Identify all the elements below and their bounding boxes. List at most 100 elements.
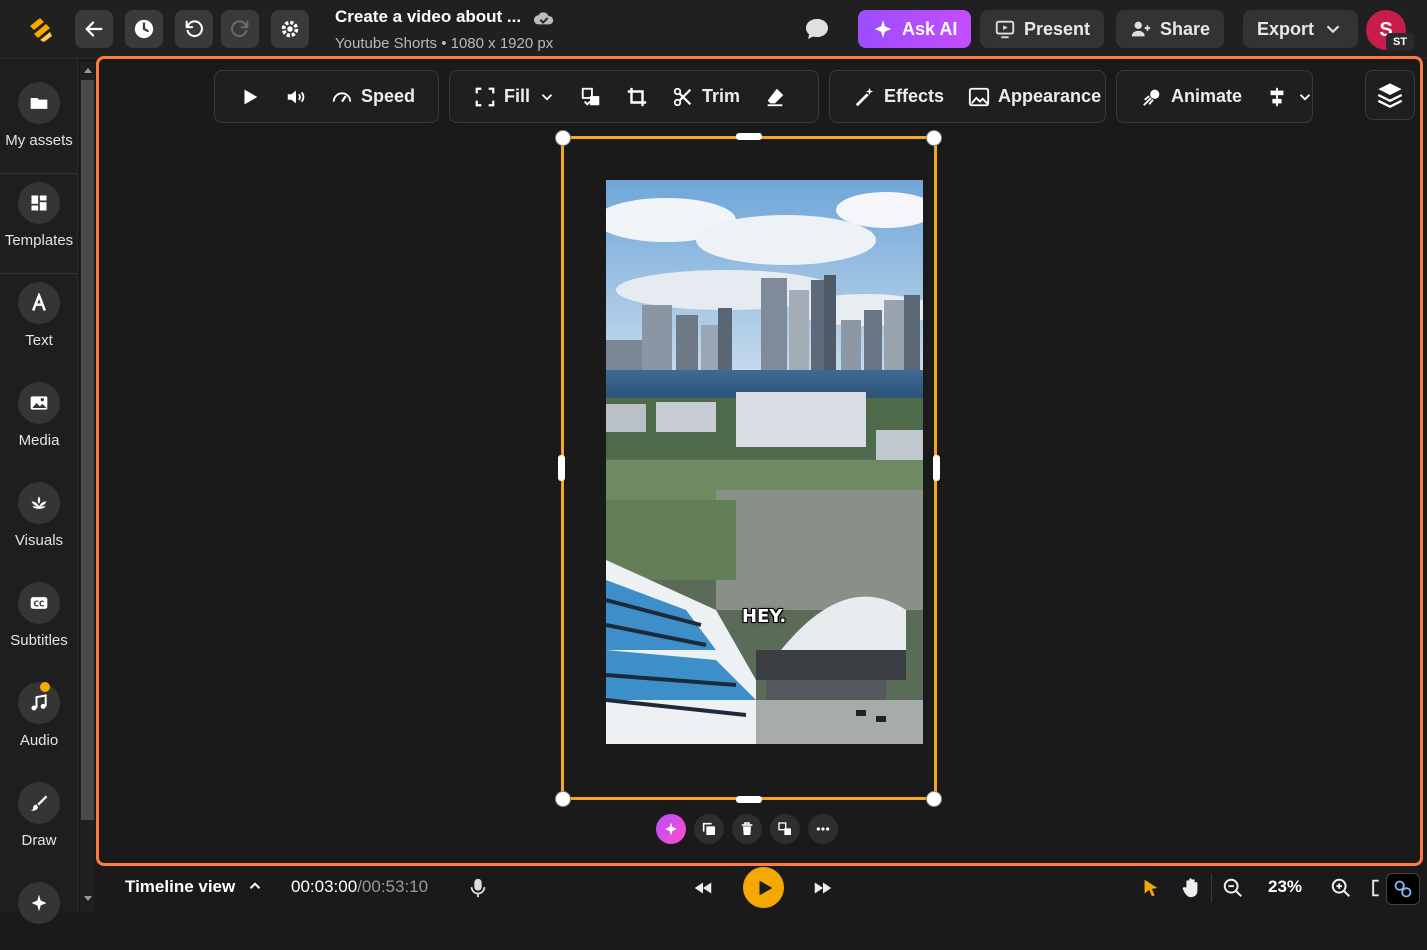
arrow-left-icon xyxy=(85,21,103,37)
ask-ai-button[interactable]: Ask AI xyxy=(858,10,972,48)
duplicate-button[interactable] xyxy=(694,814,724,844)
undo-icon xyxy=(185,20,203,38)
resize-handle-bottom[interactable] xyxy=(736,796,762,803)
selection-box[interactable] xyxy=(561,136,937,800)
ellipsis-icon xyxy=(816,827,830,831)
microphone-icon[interactable] xyxy=(467,877,489,899)
export-label: Export xyxy=(1257,18,1315,39)
trash-icon xyxy=(741,822,753,835)
layers-button[interactable] xyxy=(1365,70,1415,120)
hand-icon[interactable] xyxy=(1180,877,1202,899)
visuals-icon xyxy=(31,496,47,509)
help-button[interactable] xyxy=(1386,873,1420,905)
sidebar-label: Media xyxy=(18,432,60,449)
redo-button[interactable] xyxy=(221,10,259,48)
fit-screen-icon[interactable] xyxy=(1370,877,1380,899)
avatar-badge: ST xyxy=(1386,33,1414,51)
playback-group: Speed xyxy=(214,70,439,123)
zoom-in-icon[interactable] xyxy=(1330,877,1352,899)
effects-button[interactable]: Effects xyxy=(844,77,954,117)
zoom-level[interactable]: 23% xyxy=(1268,877,1302,897)
sidebar-item-visuals[interactable]: Visuals xyxy=(0,460,78,550)
cloud-saved-icon xyxy=(533,12,554,25)
resize-handle-top[interactable] xyxy=(736,133,762,140)
sidebar-label: My assets xyxy=(5,132,73,149)
volume-button[interactable] xyxy=(275,77,317,117)
more-options-button[interactable] xyxy=(808,814,838,844)
timeline-view-label: Timeline view xyxy=(125,877,236,896)
sidebar-item-draw[interactable]: Draw xyxy=(0,760,78,850)
trim-button[interactable]: Trim xyxy=(662,77,750,117)
sidebar-item-media[interactable]: Media xyxy=(0,360,78,450)
scroll-down-icon[interactable] xyxy=(84,896,92,901)
add-user-icon xyxy=(1131,21,1151,37)
sidebar-item-templates[interactable]: Templates xyxy=(0,160,78,250)
scroll-up-icon[interactable] xyxy=(84,68,92,73)
replace-button[interactable] xyxy=(570,77,612,117)
trim-label: Trim xyxy=(702,86,741,106)
folder-icon xyxy=(30,98,48,109)
timeline-view-toggle[interactable]: Timeline view xyxy=(125,877,264,897)
resize-handle-top-right[interactable] xyxy=(926,130,942,146)
pointer-icon[interactable] xyxy=(1140,877,1162,899)
zoom-out-icon[interactable] xyxy=(1222,877,1244,899)
ask-ai-label: Ask AI xyxy=(902,18,958,39)
crop-icon xyxy=(627,87,647,106)
back-button[interactable] xyxy=(75,10,113,48)
undo-button[interactable] xyxy=(175,10,213,48)
crop-button[interactable] xyxy=(616,77,658,117)
fill-dropdown[interactable]: Fill xyxy=(464,77,566,117)
share-label: Share xyxy=(1160,18,1211,39)
sidebar-item-audio[interactable]: Audio xyxy=(0,660,78,750)
sparkle-icon xyxy=(874,19,892,39)
present-button[interactable]: Present xyxy=(980,10,1105,48)
text-icon xyxy=(32,293,46,311)
resize-handle-bottom-left[interactable] xyxy=(555,791,571,807)
eraser-icon xyxy=(767,88,784,106)
appearance-button[interactable]: Appearance xyxy=(958,77,1111,117)
replace-icon xyxy=(778,822,791,835)
scissors-icon xyxy=(673,87,692,106)
resize-handle-left[interactable] xyxy=(558,455,565,481)
eraser-button[interactable] xyxy=(754,77,796,117)
present-icon xyxy=(995,20,1015,39)
play-icon xyxy=(759,880,773,895)
rewind-icon[interactable] xyxy=(692,877,714,899)
document-format: Youtube Shorts • 1080 x 1920 px xyxy=(335,35,554,52)
animate-group: Animate xyxy=(1116,70,1313,123)
app-logo[interactable] xyxy=(26,14,56,44)
replace-media-button[interactable] xyxy=(770,814,800,844)
ai-magic-button[interactable] xyxy=(656,814,686,844)
settings-button[interactable] xyxy=(271,10,309,48)
share-button[interactable]: Share xyxy=(1116,10,1225,48)
image-icon xyxy=(30,396,48,410)
history-button[interactable] xyxy=(125,10,163,48)
sidebar-item-subtitles[interactable]: CC Subtitles xyxy=(0,560,78,650)
document-title[interactable]: Create a video about ... xyxy=(335,7,521,27)
animate-button[interactable]: Animate xyxy=(1131,77,1252,117)
brush-icon xyxy=(30,795,48,811)
sidebar-item-text[interactable]: Text xyxy=(0,260,78,350)
delete-button[interactable] xyxy=(732,814,762,844)
speed-button[interactable]: Speed xyxy=(321,77,425,117)
fast-forward-icon[interactable] xyxy=(812,877,834,899)
gear-icon xyxy=(281,20,299,38)
resize-handle-bottom-right[interactable] xyxy=(926,791,942,807)
scrollbar-thumb[interactable] xyxy=(81,80,94,820)
sparkle-icon xyxy=(31,894,47,912)
comment-icon[interactable] xyxy=(804,17,830,41)
export-button[interactable]: Export xyxy=(1243,10,1359,48)
sidebar-item-more[interactable] xyxy=(0,860,78,950)
templates-icon xyxy=(31,195,47,211)
sidebar-label: Draw xyxy=(21,832,57,849)
chevron-up-icon xyxy=(249,882,261,889)
play-button[interactable] xyxy=(743,867,784,908)
sidebar-label: Templates xyxy=(4,232,74,249)
play-button[interactable] xyxy=(229,77,271,117)
resize-handle-top-left[interactable] xyxy=(555,130,571,146)
sidebar-item-my-assets[interactable]: My assets xyxy=(0,60,78,150)
edit-group: Fill Trim xyxy=(449,70,819,123)
copy-icon xyxy=(702,822,715,835)
position-dropdown[interactable] xyxy=(1256,77,1324,117)
resize-handle-right[interactable] xyxy=(933,455,940,481)
